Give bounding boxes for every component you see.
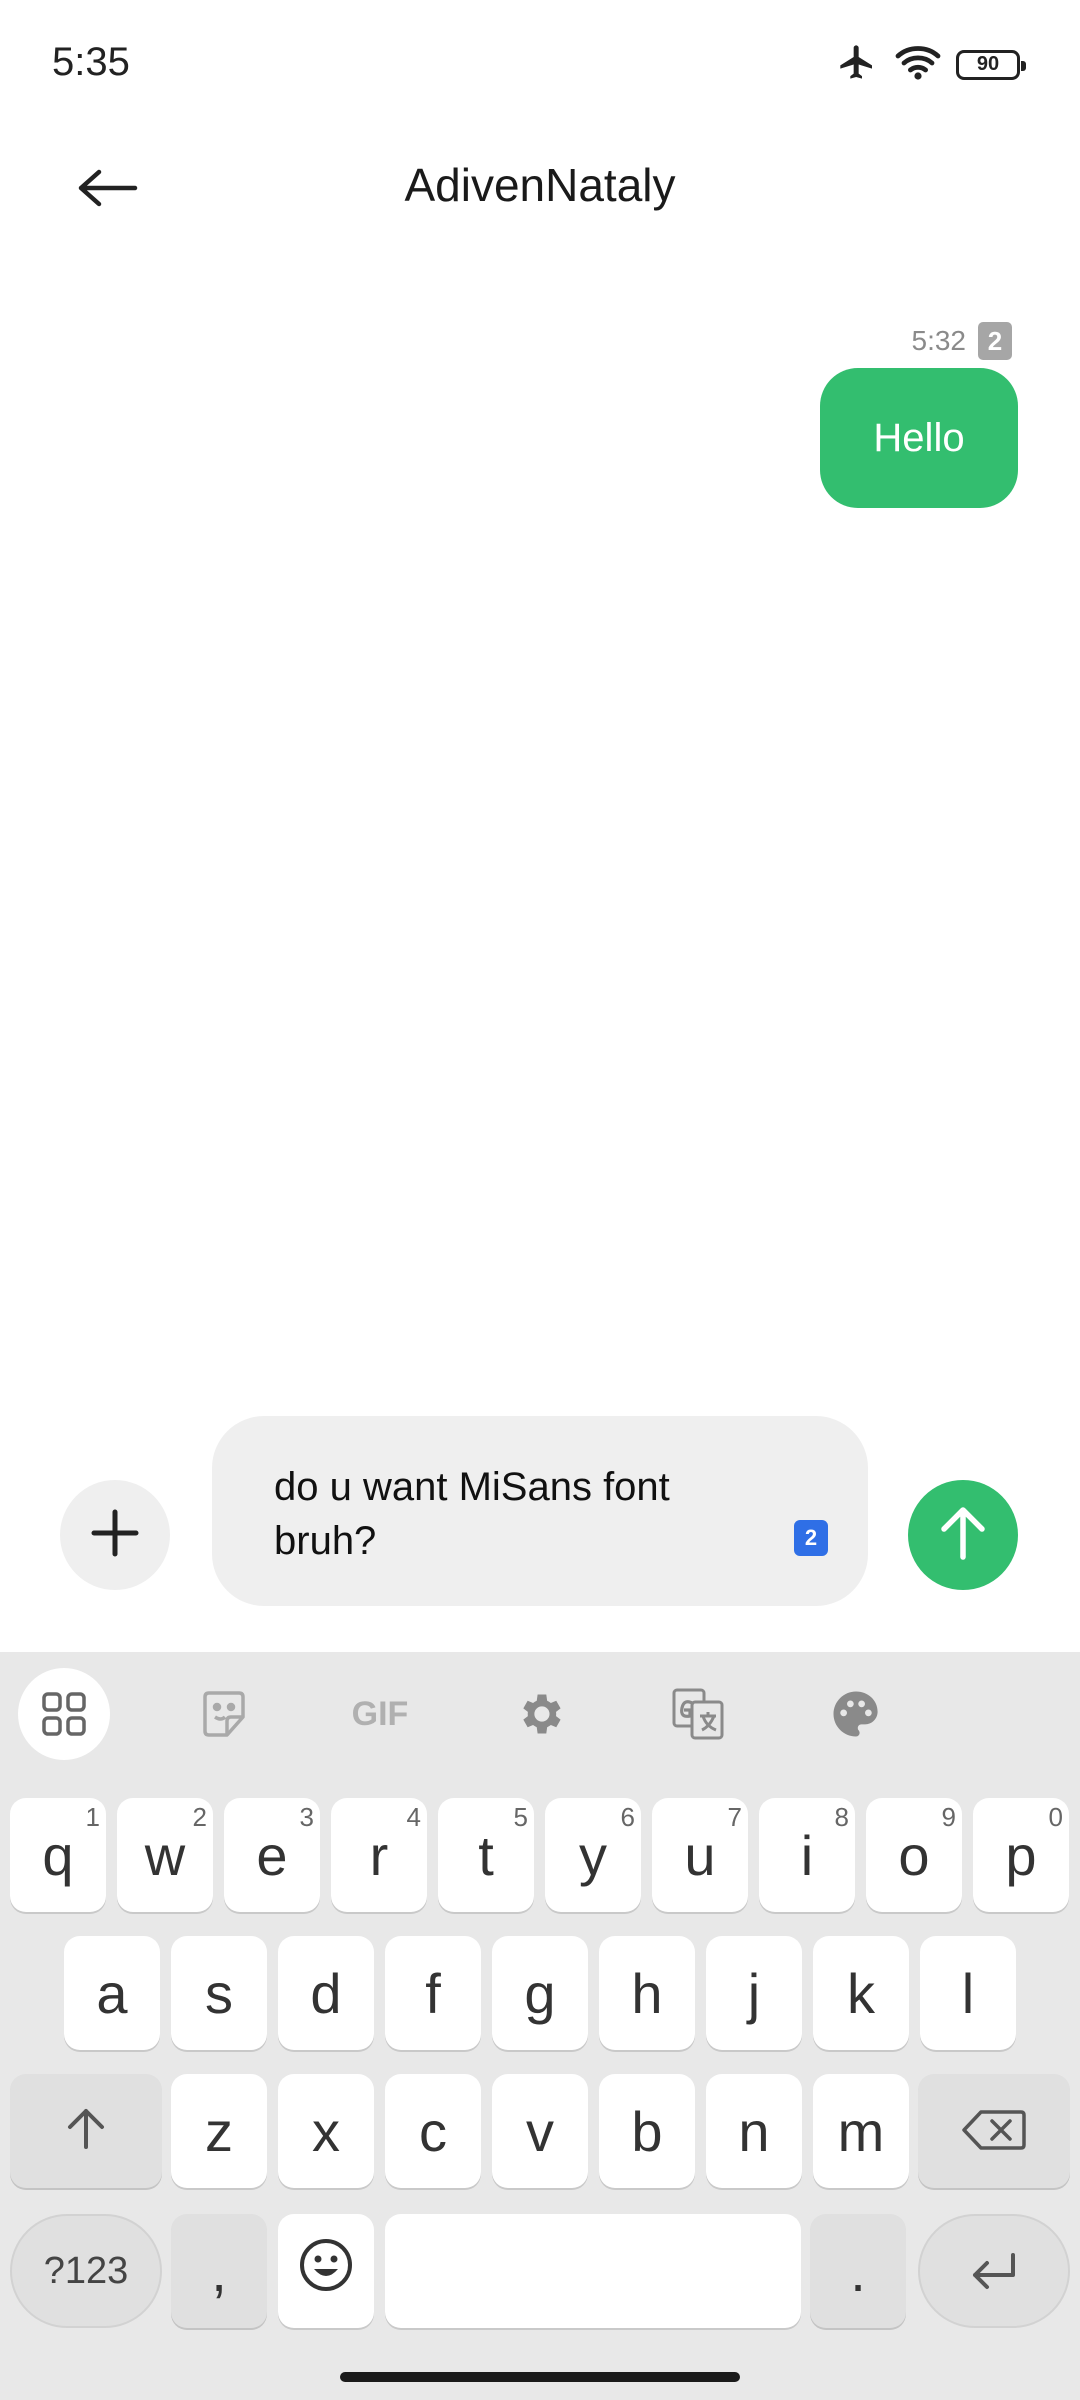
key-l[interactable]: l — [920, 1936, 1016, 2050]
message-time: 5:32 — [911, 325, 967, 356]
key-m[interactable]: m — [813, 2074, 909, 2188]
period-key[interactable]: . — [810, 2214, 906, 2328]
settings-icon[interactable] — [494, 1668, 586, 1760]
backspace-key[interactable] — [918, 2074, 1070, 2188]
key-y[interactable]: y6 — [545, 1798, 641, 1912]
palette-icon[interactable] — [810, 1668, 902, 1760]
wifi-icon — [894, 42, 942, 87]
send-button[interactable] — [908, 1480, 1018, 1590]
symbols-key[interactable]: ?123 — [10, 2214, 162, 2328]
key-r[interactable]: r4 — [331, 1798, 427, 1912]
key-j[interactable]: j — [706, 1936, 802, 2050]
key-v[interactable]: v — [492, 2074, 588, 2188]
key-o[interactable]: o9 — [866, 1798, 962, 1912]
key-u[interactable]: u7 — [652, 1798, 748, 1912]
backspace-icon — [961, 2099, 1027, 2164]
key-n[interactable]: n — [706, 2074, 802, 2188]
space-bar[interactable] — [385, 2214, 801, 2328]
contact-name: AdivenNataly — [404, 159, 676, 211]
outgoing-message-bubble[interactable]: Hello — [820, 368, 1018, 508]
battery-icon: 90 — [956, 49, 1026, 80]
sticker-icon[interactable] — [178, 1668, 270, 1760]
key-g[interactable]: g — [492, 1936, 588, 2050]
key-x[interactable]: x — [278, 2074, 374, 2188]
arrow-up-icon — [938, 1505, 988, 1566]
keyboard: GIF q1 w2 e3 r4 t5 y6 u7 i8 o9 p0 a s d … — [0, 1652, 1080, 2400]
sim-badge: 2 — [978, 322, 1012, 360]
key-c[interactable]: c — [385, 2074, 481, 2188]
message-meta: 5:32 2 — [911, 322, 1012, 360]
keyboard-toolbar: GIF — [0, 1652, 1080, 1772]
message-input[interactable]: do u want MiSans font bruh? 2 — [212, 1416, 868, 1606]
sim-selector[interactable]: 2 — [794, 1520, 828, 1556]
key-i[interactable]: i8 — [759, 1798, 855, 1912]
conversation-header: AdivenNataly — [0, 130, 1080, 240]
key-q[interactable]: q1 — [10, 1798, 106, 1912]
key-h[interactable]: h — [599, 1936, 695, 2050]
status-icons: 90 — [834, 42, 1026, 87]
smiley-icon — [298, 2237, 354, 2306]
shift-arrow-icon — [63, 2099, 109, 2164]
enter-icon — [969, 2239, 1019, 2304]
translate-icon[interactable] — [652, 1668, 744, 1760]
key-p[interactable]: p0 — [973, 1798, 1069, 1912]
gif-icon[interactable]: GIF — [334, 1668, 426, 1760]
key-b[interactable]: b — [599, 2074, 695, 2188]
key-e[interactable]: e3 — [224, 1798, 320, 1912]
status-time: 5:35 — [52, 40, 130, 84]
key-s[interactable]: s — [171, 1936, 267, 2050]
apps-grid-icon[interactable] — [18, 1668, 110, 1760]
emoji-key[interactable] — [278, 2214, 374, 2328]
key-k[interactable]: k — [813, 1936, 909, 2050]
message-input-text[interactable]: do u want MiSans font bruh? — [274, 1460, 754, 1568]
enter-key[interactable] — [918, 2214, 1070, 2328]
key-t[interactable]: t5 — [438, 1798, 534, 1912]
plus-icon — [90, 1508, 140, 1563]
comma-key[interactable]: , — [171, 2214, 267, 2328]
key-f[interactable]: f — [385, 1936, 481, 2050]
add-attachment-button[interactable] — [60, 1480, 170, 1590]
key-z[interactable]: z — [171, 2074, 267, 2188]
battery-level: 90 — [976, 53, 1000, 75]
key-a[interactable]: a — [64, 1936, 160, 2050]
key-d[interactable]: d — [278, 1936, 374, 2050]
key-w[interactable]: w2 — [117, 1798, 213, 1912]
shift-key[interactable] — [10, 2074, 162, 2188]
airplane-icon — [834, 42, 880, 87]
status-bar: 5:35 90 — [0, 0, 1080, 130]
home-indicator[interactable] — [340, 2372, 740, 2382]
